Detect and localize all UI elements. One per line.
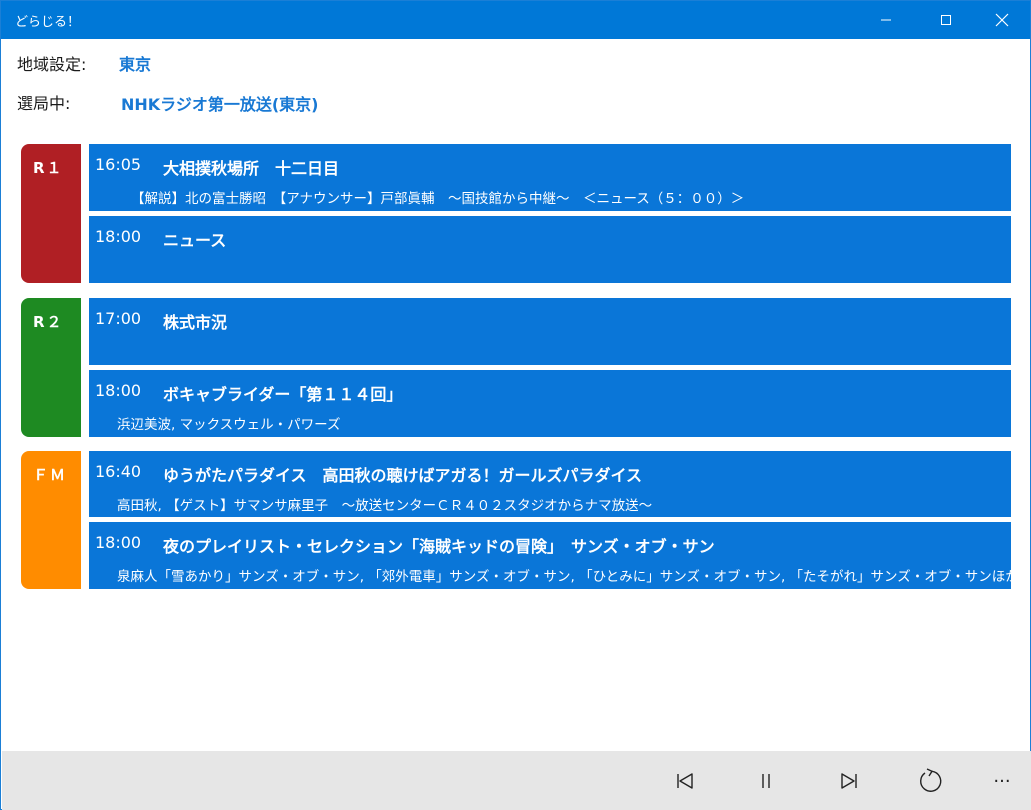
program-time: 18:00 [95,533,142,552]
maximize-button[interactable] [923,1,969,39]
station-code: ＦＭ [33,466,68,484]
previous-button[interactable] [669,765,701,797]
program-title: ニュース [163,231,227,250]
program-row[interactable]: 18:00 ニュース [89,216,1011,283]
program-title: 夜のプレイリスト・セレクション「海賊キッドの冒険」 サンズ・オブ・サン [163,537,715,556]
close-button[interactable] [979,1,1025,39]
skip-next-icon [841,773,857,789]
program-row[interactable]: 17:00 株式市況 [89,298,1011,365]
pause-icon [762,774,770,788]
program-time: 16:40 [95,462,142,481]
more-button[interactable]: ··· [986,765,1018,797]
station-value[interactable]: NHKラジオ第一放送(東京) [121,91,319,115]
station-label: 選局中: [17,94,71,113]
program-title: 大相撲秋場所 十二日目 [163,159,340,178]
program-title: ゆうがたパラダイス 高田秋の聴けばアガる！ガールズパラダイス [163,466,643,485]
program-row[interactable]: 16:05 大相撲秋場所 十二日目 【解説】北の富士勝昭 【アナウンサー】戸部眞… [89,144,1011,211]
app-window: どらじる！ 地域設定: 東京 選局中: NHKラジオ第一放送(東京) R１ 16… [0,0,1031,810]
title-bar[interactable]: どらじる！ [1,1,1030,39]
skip-previous-icon [677,773,693,789]
pause-button[interactable] [750,765,782,797]
program-desc: 高田秋, 【ゲスト】サマンサ麻里子 ～放送センターＣＲ４０２スタジオからナマ放送… [117,498,653,514]
program-time: 18:00 [95,381,142,400]
program-title: 株式市況 [163,313,228,332]
command-bar: ··· [2,751,1031,810]
program-desc: 浜辺美波, マックスウェル・パワーズ [117,417,341,433]
station-r1[interactable]: R１ [21,144,81,283]
close-icon [995,13,1009,27]
region-label: 地域設定: [17,55,87,74]
program-time: 18:00 [95,227,142,246]
minimize-button[interactable] [863,1,909,39]
program-desc: 【解説】北の富士勝昭 【アナウンサー】戸部眞輔 ～国技館から中継～ ＜ニュース（… [131,191,745,207]
station-code: R１ [33,159,64,177]
minimize-icon [881,19,891,21]
program-row[interactable]: 18:00 ボキャブライダー「第１１４回」 浜辺美波, マックスウェル・パワーズ [89,370,1011,437]
refresh-icon [920,768,942,792]
program-row[interactable]: 18:00 夜のプレイリスト・セレクション「海賊キッドの冒険」 サンズ・オブ・サ… [89,522,1019,589]
program-row[interactable]: 16:40 ゆうがたパラダイス 高田秋の聴けばアガる！ガールズパラダイス 高田秋… [89,451,1011,517]
station-fm[interactable]: ＦＭ [21,451,81,589]
program-desc: 泉麻人「雪あかり」サンズ・オブ・サン, 「郊外電車」サンズ・オブ・サン, 「ひと… [117,569,1019,585]
maximize-icon [941,15,951,25]
region-value[interactable]: 東京 [119,51,151,75]
window-title: どらじる！ [15,15,81,30]
refresh-button[interactable] [914,765,946,797]
station-r2[interactable]: R２ [21,298,81,437]
program-title: ボキャブライダー「第１１４回」 [163,385,403,404]
station-code: R２ [33,313,64,331]
next-button[interactable] [833,765,865,797]
program-time: 16:05 [95,155,142,174]
program-time: 17:00 [95,309,142,328]
